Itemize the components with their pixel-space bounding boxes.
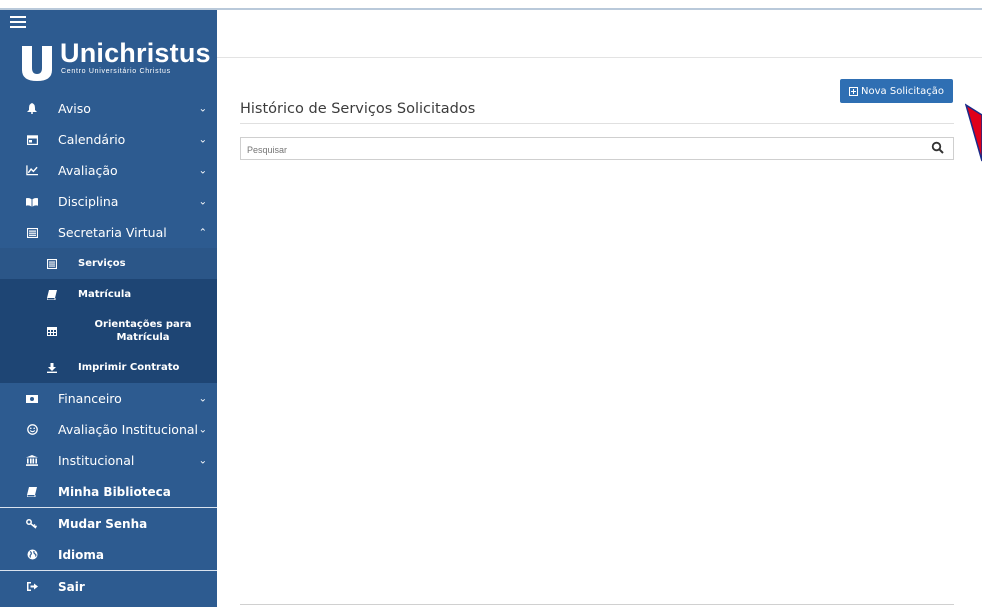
search-input[interactable] [241,139,921,161]
logo-subtitle: Centro Universitário Christus [61,68,171,75]
chart-line-icon [26,165,38,177]
title-divider [240,123,954,124]
chevron-down-icon: ⌄ [198,424,207,435]
top-border [0,0,982,10]
sidebar-item-avaliacao[interactable]: Avaliação ⌄ [0,155,217,186]
sidebar-item-label: Minha Biblioteca [58,484,171,499]
sidebar-item-minha-biblioteca[interactable]: Minha Biblioteca [0,476,217,507]
chevron-down-icon: ⌄ [198,455,207,466]
sidebar-item-label: Calendário [58,132,126,147]
book-icon [46,289,58,301]
red-arrow-icon [965,103,982,162]
submenu-item-matricula[interactable]: Matrícula [0,279,217,310]
submenu-item-label: Matrícula [78,289,132,300]
sidebar-item-label: Disciplina [58,194,119,209]
chevron-down-icon: ⌄ [198,393,207,404]
search-box [240,137,954,161]
search-icon[interactable] [931,141,945,155]
page-title: Histórico de Serviços Solicitados [240,101,476,117]
sidebar-item-secretaria-virtual[interactable]: Secretaria Virtual ⌃ [0,217,217,248]
sidebar-item-label: Secretaria Virtual [58,225,167,240]
sidebar-item-label: Mudar Senha [58,516,148,531]
sidebar-item-disciplina[interactable]: Disciplina ⌄ [0,186,217,217]
submenu-item-imprimir-contrato[interactable]: Imprimir Contrato [0,352,217,383]
sidebar-item-avaliacao-institucional[interactable]: Avaliação Institucional ⌄ [0,414,217,445]
submenu-item-label: Serviços [78,258,126,269]
money-icon [26,393,38,405]
sidebar-item-label: Aviso [58,101,91,116]
bell-icon [26,103,38,115]
sidebar-item-label: Idioma [58,547,105,562]
submenu-item-label: Imprimir Contrato [78,362,180,373]
submenu-item-orientacoes[interactable]: Orientações para Matrícula [0,310,217,352]
sidebar-item-label: Sair [58,579,85,594]
logo: Unichristus Centro Universitário Christu… [20,38,211,84]
calendar-icon [26,134,38,146]
sidebar-item-idioma[interactable]: Idioma [0,539,217,570]
chevron-down-icon: ⌄ [198,196,207,207]
new-request-label: Nova Solicitação [861,85,944,97]
institution-icon [26,455,38,467]
chevron-down-icon: ⌄ [198,165,207,176]
key-icon [26,518,38,530]
calendar-grid-icon [46,325,58,337]
logo-name: Unichristus [60,38,211,68]
download-icon [46,362,58,374]
top-header [217,10,982,58]
new-request-button[interactable]: Nova Solicitação [840,79,953,103]
submenu-item-servicos[interactable]: Serviços [0,248,217,279]
submenu-item-label: Orientações para Matrícula [94,319,192,343]
book-open-icon [26,196,38,208]
sidebar-item-label: Financeiro [58,391,122,406]
sign-out-icon [26,581,38,593]
smile-icon [26,424,38,436]
sidebar-menu: Aviso ⌄ Calendário ⌄ Avaliação ⌄ Discipl… [0,93,217,602]
sidebar-item-calendario[interactable]: Calendário ⌄ [0,124,217,155]
sidebar-item-aviso[interactable]: Aviso ⌄ [0,93,217,124]
list-icon [26,227,38,239]
sidebar: Unichristus Centro Universitário Christu… [0,10,217,607]
globe-icon [26,549,38,561]
hamburger-menu-icon[interactable] [10,16,26,30]
sidebar-item-financeiro[interactable]: Financeiro ⌄ [0,383,217,414]
plus-square-icon [849,86,859,96]
sidebar-item-label: Institucional [58,453,135,468]
book-icon [26,486,38,498]
chevron-down-icon: ⌄ [198,134,207,145]
chevron-up-icon: ⌃ [198,227,207,238]
sidebar-item-mudar-senha[interactable]: Mudar Senha [0,508,217,539]
bottom-divider [240,604,954,605]
logo-mark-icon [22,46,52,81]
sidebar-item-institucional[interactable]: Institucional ⌄ [0,445,217,476]
chevron-down-icon: ⌄ [198,103,207,114]
sidebar-item-label: Avaliação [58,163,118,178]
sidebar-item-sair[interactable]: Sair [0,571,217,602]
secretaria-submenu: Serviços Matrícula Orientações para Matr… [0,248,217,383]
list-icon [46,258,58,270]
sidebar-item-label: Avaliação Institucional [58,422,199,437]
